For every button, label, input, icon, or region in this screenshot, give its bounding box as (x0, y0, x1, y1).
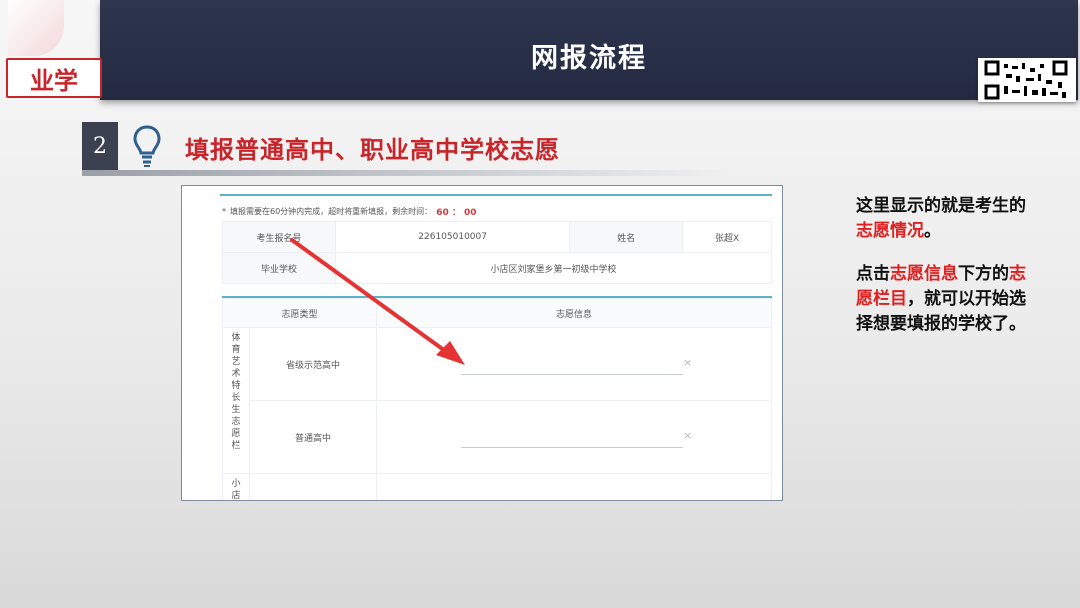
col-wish-type: 志愿类型 (222, 298, 377, 328)
name-value: 张超X (682, 221, 772, 253)
lightbulb-icon (133, 125, 161, 167)
wish-input-general[interactable] (461, 435, 683, 448)
header-bar: 网报流程 (100, 0, 1078, 100)
qr-code (978, 58, 1076, 102)
logo-text: 业学 (30, 65, 78, 95)
wish-type-provincial: 省级示范高中 (249, 327, 377, 401)
wish-type-general: 普通高中 (249, 400, 377, 474)
clear-icon[interactable]: × (683, 356, 692, 369)
clear-icon[interactable]: × (683, 429, 692, 442)
wish-info-cell: × (376, 327, 772, 401)
notice-asterisk: * (222, 207, 226, 216)
time-notice: * 填报需要在60分钟内完成，超时将重新填报，剩余时间： 60 ： 00 (222, 205, 477, 218)
logo-ribbon (8, 0, 64, 56)
form-screenshot: * 填报需要在60分钟内完成，超时将重新填报，剩余时间： 60 ： 00 考生报… (181, 185, 783, 501)
wish-info-cell: × (376, 400, 772, 474)
heading-rule (82, 170, 732, 176)
note-paragraph-1: 这里显示的就是考生的志愿情况。 (856, 196, 1026, 241)
step-heading: 填报普通高中、职业高中学校志愿 (185, 136, 560, 164)
wish-table: 志愿类型 志愿信息 体育 艺术 特长 生志 愿栏 省级示范高中 × 普通高中 × (222, 298, 772, 500)
logo: 业学 (6, 58, 102, 98)
note-paragraph-2: 点击志愿信息下方的志愿栏目，就可以开始选择想要填报的学校了。 (856, 264, 1026, 334)
top-rule (220, 194, 772, 196)
candidate-id-label: 考生报名号 (222, 221, 336, 253)
name-label: 姓名 (569, 221, 684, 253)
explanation-note: 这里显示的就是考生的志愿情况。 点击志愿信息下方的志愿栏目，就可以开始选择想要填… (856, 194, 1036, 355)
group2-vertical-label: 小店 (222, 473, 250, 500)
step-number: 2 (82, 122, 118, 170)
school-value: 小店区刘家堡乡第一初级中学校 (335, 252, 772, 284)
group-vertical-label: 体育 艺术 特长 生志 愿栏 (222, 327, 250, 474)
candidate-info-table: 考生报名号 226105010007 姓名 张超X 毕业学校 小店区刘家堡乡第一… (222, 221, 772, 284)
notice-text: 填报需要在60分钟内完成，超时将重新填报，剩余时间： (230, 207, 433, 216)
wish-type-empty (249, 473, 377, 500)
wish-info-empty (376, 473, 772, 500)
candidate-id-value: 226105010007 (334, 221, 571, 253)
slide-title: 网报流程 (531, 43, 647, 74)
wish-input-provincial[interactable] (461, 362, 683, 375)
col-wish-info: 志愿信息 (376, 298, 772, 328)
school-label: 毕业学校 (222, 252, 336, 284)
countdown-timer: 60 ： 00 (436, 208, 477, 218)
